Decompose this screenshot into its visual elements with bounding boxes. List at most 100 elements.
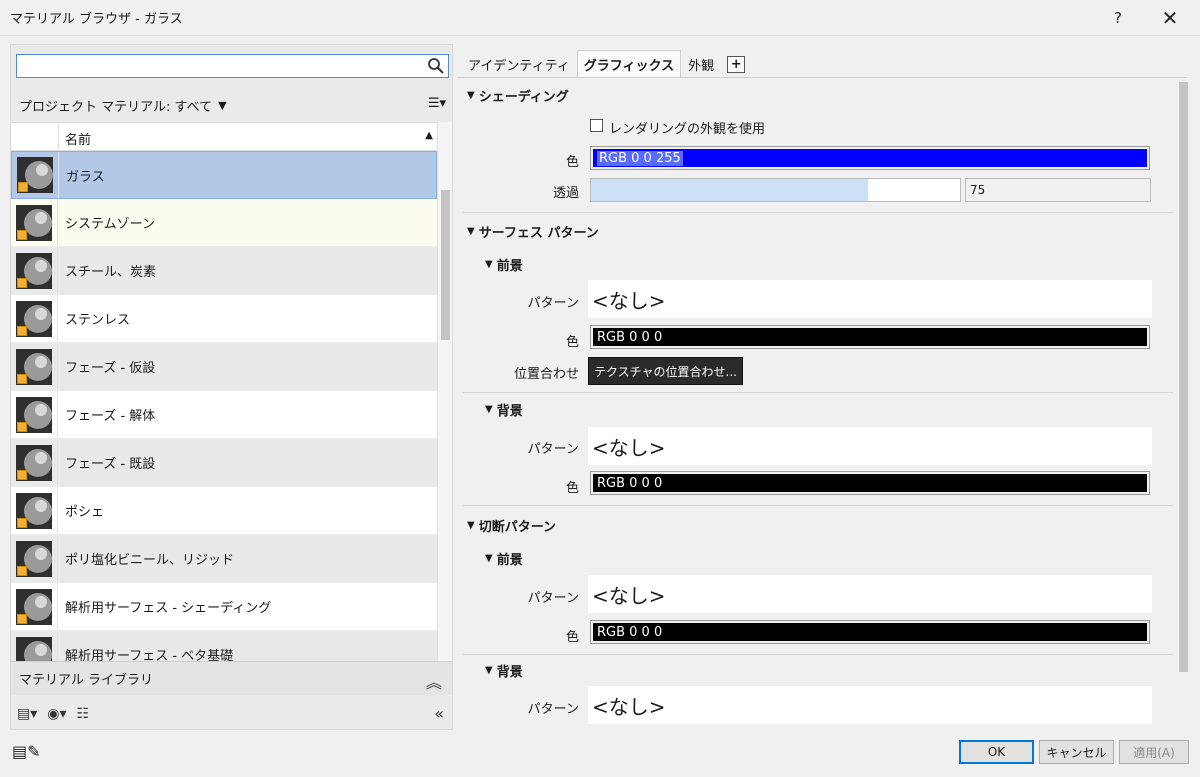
apply-button[interactable]: 適用(A) [1119,740,1189,764]
section-surface-pattern[interactable]: ▼ サーフェス パターン [467,222,599,241]
surface-fg-pattern-field[interactable]: <なし> [588,280,1152,318]
material-thumb-cell [11,583,58,630]
texture-align-button[interactable]: テクスチャの位置合わせ... [588,357,743,385]
collapse-triangle-icon[interactable]: ▼ [467,90,475,101]
library-manage-icon[interactable]: ▤▾ [17,706,37,722]
material-thumb-cell [11,343,58,390]
warning-badge-icon [17,373,27,384]
list-view-icon[interactable]: ☰▾ [428,96,446,111]
material-list-item[interactable]: ポシェ [11,487,437,535]
expand-library-icon[interactable]: ︽ [426,669,442,693]
material-sphere-icon [16,348,52,385]
project-filter-row[interactable]: プロジェクト マテリアル: すべて ▼ ☰▾ [11,91,452,119]
properties-scrollbar[interactable] [1175,78,1191,730]
material-sphere-graphic [16,636,52,661]
search-input[interactable] [16,54,449,78]
help-button[interactable]: ? [1094,0,1142,36]
material-name: システムゾーン [65,217,155,232]
material-browser-panel: プロジェクト マテリアル: すべて ▼ ☰▾ 名前 ▲ ガラスシステムゾーンスチ… [10,44,453,730]
material-name: ポリ塩化ビニール、リジッド [65,553,235,568]
material-list-header: 名前 ▲ [11,122,437,151]
collapse-triangle-icon[interactable]: ▼ [467,520,475,531]
use-render-appearance-checkbox[interactable] [590,119,603,132]
material-thumb-cell [11,535,58,582]
material-list-item[interactable]: スチール、炭素 [11,247,437,295]
surface-fg-color-value: RGB 0 0 0 [593,328,1147,346]
collapse-panel-icon[interactable]: « [434,704,444,723]
cut-fg-color-field[interactable]: RGB 0 0 0 [590,620,1150,644]
material-asset-icon[interactable]: ▤✎ [12,742,41,761]
transparency-slider[interactable] [590,178,961,202]
cut-fg-pattern-label: パターン [527,591,579,606]
cut-bg-pattern-field[interactable]: <なし> [588,686,1152,724]
warning-badge-icon [17,421,27,432]
tab-appearance[interactable]: 外観 [681,50,721,78]
section-shading[interactable]: ▼ シェーディング [467,86,569,105]
cancel-button[interactable]: キャンセル [1039,740,1114,764]
material-library-label: マテリアル ライブラリ [19,673,154,688]
material-list-item[interactable]: フェーズ - 既設 [11,439,437,487]
search-icon[interactable] [427,57,445,75]
collapse-triangle-icon[interactable]: ▼ [485,404,493,415]
collapse-triangle-icon[interactable]: ▼ [485,553,493,564]
material-thumb-cell [11,631,58,661]
material-list-item[interactable]: フェーズ - 仮設 [11,343,437,391]
subsection-surface-background[interactable]: ▼ 背景 [485,400,523,419]
material-editor-icon[interactable]: ☷ [77,706,90,722]
subsection-cut-foreground[interactable]: ▼ 前景 [485,549,523,568]
material-list-item[interactable]: 解析用サーフェス - ベタ基礎 [11,631,437,661]
material-thumb-cell [11,487,58,534]
transparency-value-field[interactable]: 75 [965,178,1151,202]
use-render-appearance-label: レンダリングの外観を使用 [609,122,766,137]
transparency-slider-fill [591,179,868,201]
material-name: フェーズ - 既設 [65,457,156,472]
shading-color-field[interactable]: RGB 0 0 255 [590,146,1150,170]
material-list-item[interactable]: ポリ塩化ビニール、リジッド [11,535,437,583]
filter-icon[interactable]: ▼ [218,99,226,112]
section-cut-pattern[interactable]: ▼ 切断パターン [467,516,556,535]
add-asset-button[interactable]: + [727,56,746,73]
material-list-item[interactable]: ガラス [11,151,437,199]
surface-fg-color-field[interactable]: RGB 0 0 0 [590,325,1150,349]
subsection-cut-background[interactable]: ▼ 背景 [485,661,523,680]
warning-badge-icon [17,325,27,336]
material-list-item[interactable]: ステンレス [11,295,437,343]
material-list-scrollbar[interactable] [437,122,452,661]
material-list-item[interactable]: システムゾーン [11,199,437,247]
material-sphere-icon [16,396,52,433]
surface-fg-align-label: 位置合わせ [513,367,579,382]
section-divider [463,654,1173,655]
collapse-triangle-icon[interactable]: ▼ [485,259,493,270]
warning-badge-icon [17,565,27,576]
cut-fg-pattern-field[interactable]: <なし> [588,575,1152,613]
collapse-triangle-icon[interactable]: ▼ [467,226,475,237]
collapse-triangle-icon[interactable]: ▼ [485,665,493,676]
sort-ascending-icon[interactable]: ▲ [425,130,433,141]
column-name[interactable]: 名前 [65,129,91,148]
material-thumb-cell [11,199,58,246]
material-sphere-icon [17,157,53,193]
material-list: ガラスシステムゾーンスチール、炭素 ステンレスフェーズ - 仮設フェーズ - 解体… [11,151,437,661]
tab-graphics[interactable]: グラフィックス [576,50,682,78]
create-material-icon[interactable]: ◉▾ [47,706,66,722]
cut-fg-color-label: 色 [565,630,579,645]
material-list-item[interactable]: フェーズ - 解体 [11,391,437,439]
subsection-surface-foreground[interactable]: ▼ 前景 [485,255,523,274]
material-properties-panel: アイデンティティ グラフィックス 外観 + ▼ シェーディング レンダリングの外… [457,44,1191,730]
title-bar: マテリアル ブラウザ - ガラス ? ✕ [0,0,1200,36]
cut-foreground-title: 前景 [496,553,523,568]
material-sphere-icon [16,204,52,241]
warning-badge-icon [17,277,27,288]
material-library-bar[interactable]: マテリアル ライブラリ ︽ [11,661,452,695]
close-button[interactable]: ✕ [1146,0,1194,36]
ok-button[interactable]: OK [959,740,1034,764]
surface-bg-pattern-field[interactable]: <なし> [588,427,1152,465]
dialog-button-bar: ▤✎ OK キャンセル 適用(A) [0,734,1200,777]
material-list-item[interactable]: 解析用サーフェス - シェーディング [11,583,437,631]
scrollbar-thumb[interactable] [1179,82,1188,672]
surface-bg-color-field[interactable]: RGB 0 0 0 [590,471,1150,495]
tab-identity[interactable]: アイデンティティ [461,50,577,78]
window-title: マテリアル ブラウザ - ガラス [10,12,183,27]
scrollbar-thumb[interactable] [441,190,450,340]
material-name: フェーズ - 仮設 [65,361,156,376]
